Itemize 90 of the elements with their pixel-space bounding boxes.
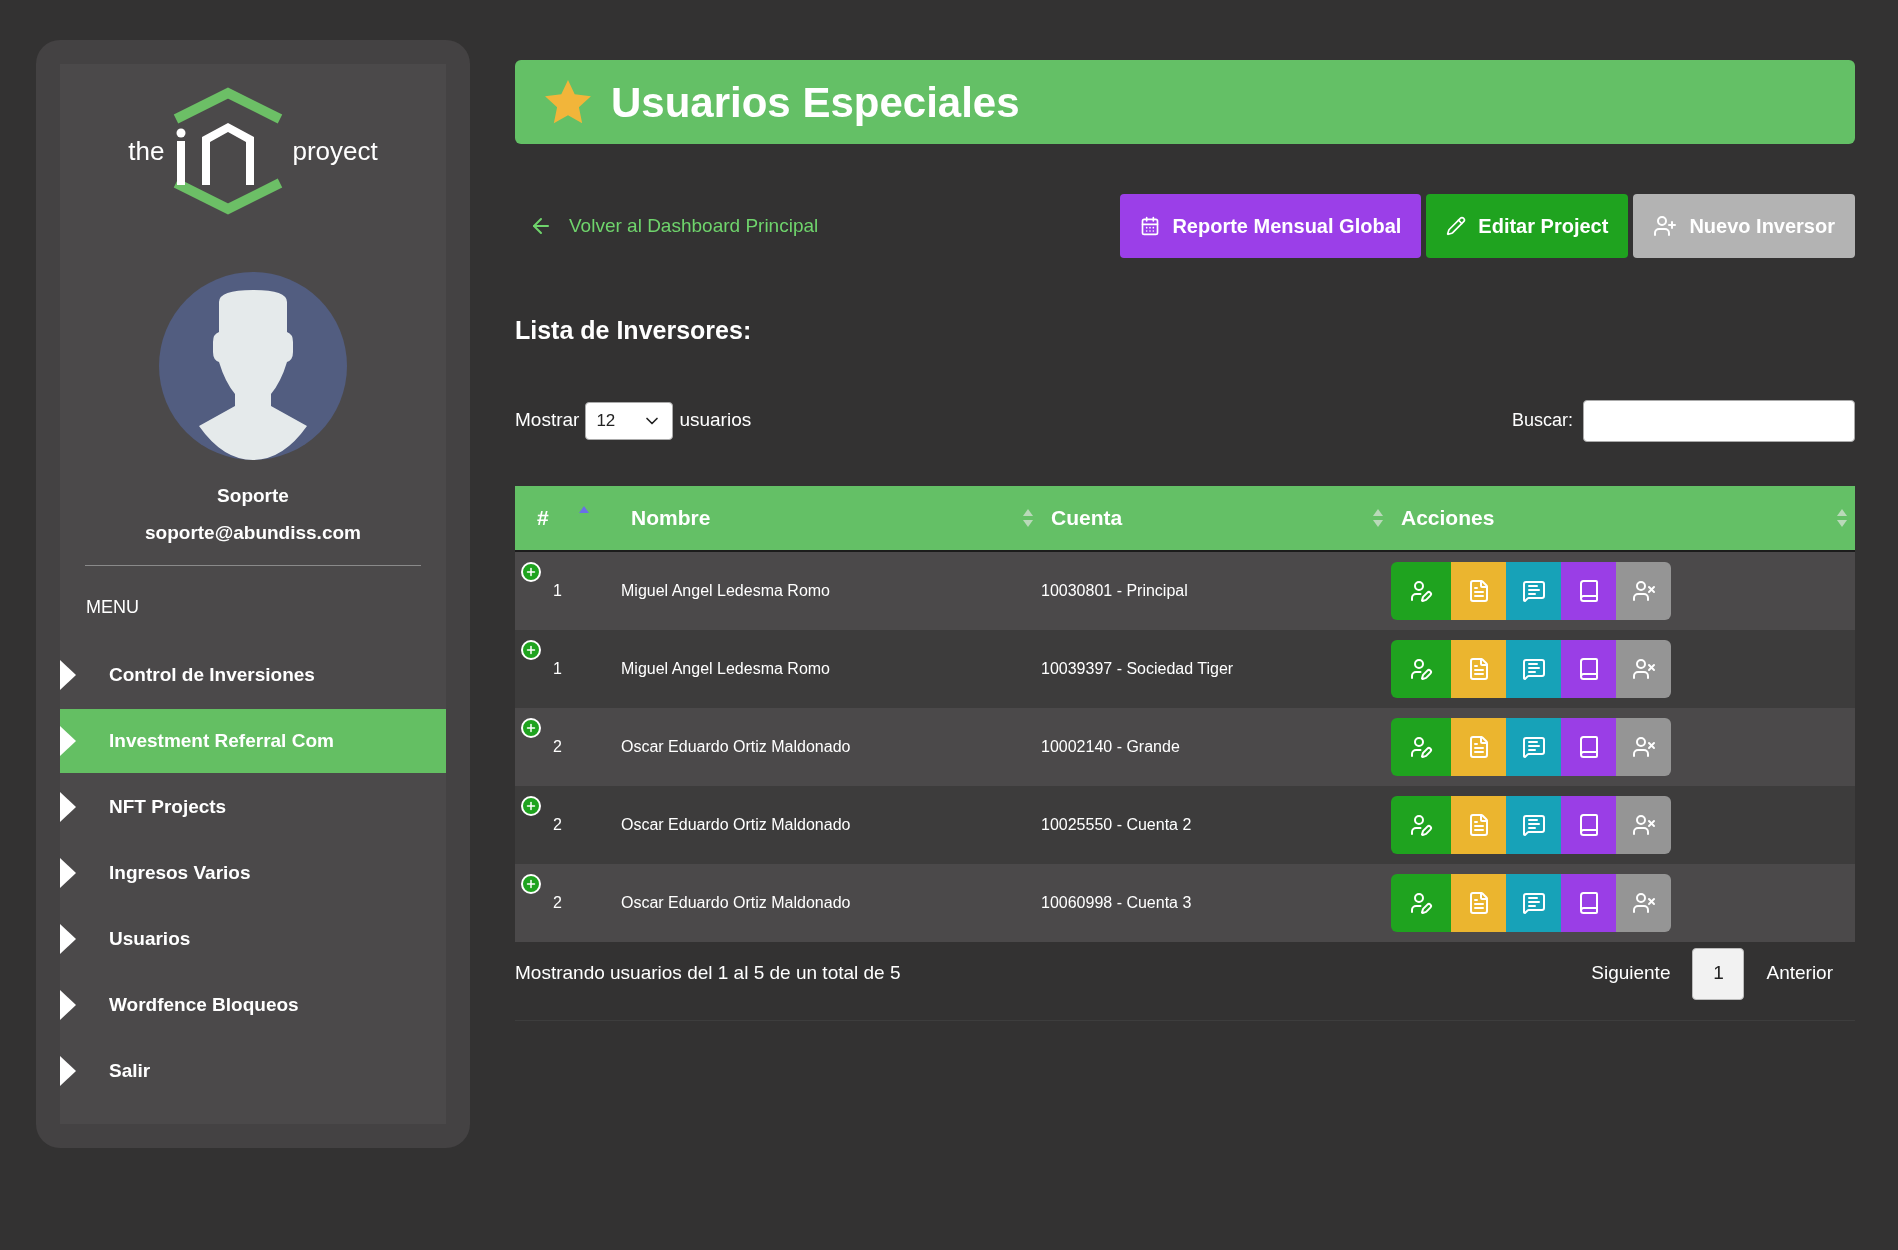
- edit-user-button[interactable]: [1391, 795, 1451, 854]
- table-cell: 10025550 - Cuenta 2: [1041, 815, 1192, 833]
- pencil-icon: [1446, 216, 1467, 236]
- table-cell: 10060998 - Cuenta 3: [1041, 893, 1192, 911]
- page-title: Usuarios Especiales: [611, 77, 1020, 128]
- menu-item[interactable]: Usuarios: [60, 907, 446, 971]
- disable-user-button[interactable]: [1616, 561, 1671, 620]
- table-cell: 1: [553, 659, 562, 677]
- menu-item[interactable]: Wordfence Bloqueos: [60, 973, 446, 1037]
- triangle-icon: [60, 858, 76, 888]
- user-edit-icon: [1409, 656, 1433, 681]
- message-icon: [1521, 890, 1546, 915]
- edit-user-button[interactable]: [1391, 639, 1451, 698]
- menu-item[interactable]: NFT Projects: [60, 775, 446, 839]
- table-summary: Mostrando usuarios del 1 al 5 de un total de 5: [515, 961, 901, 986]
- user-off-icon: [1631, 734, 1656, 759]
- table-cell: Oscar Eduardo Ortiz Maldonado: [621, 893, 851, 911]
- pagination-button[interactable]: Siguiente: [1591, 947, 1671, 1000]
- search-field[interactable]: [1583, 399, 1855, 442]
- table-cell: Oscar Eduardo Ortiz Maldonado: [621, 737, 851, 755]
- length-label: Mostrar: [515, 408, 580, 433]
- table-cell: 2: [553, 737, 562, 755]
- triangle-icon: [60, 726, 76, 756]
- back-link[interactable]: Volver al Dashboard Principal: [529, 211, 819, 241]
- table-cell: Oscar Eduardo Ortiz Maldonado: [621, 815, 851, 833]
- logo-text: the: [128, 134, 165, 168]
- disable-user-button[interactable]: [1616, 717, 1671, 776]
- message-icon: [1521, 578, 1546, 603]
- table-cell: 1: [553, 581, 562, 599]
- user-off-icon: [1631, 578, 1656, 603]
- user-edit-icon: [1409, 578, 1433, 603]
- triangle-icon: [60, 1056, 76, 1086]
- table-cell: 10039397 - Sociedad Tiger: [1041, 659, 1234, 677]
- menu-item[interactable]: Salir: [60, 1039, 446, 1103]
- book-button[interactable]: [1561, 561, 1616, 620]
- message-button[interactable]: [1506, 717, 1561, 776]
- user-email: soporte@abundiss.com: [144, 520, 362, 545]
- user-edit-icon: [1409, 812, 1433, 837]
- pagination-button[interactable]: Anterior: [1766, 947, 1833, 1000]
- message-button[interactable]: [1506, 795, 1561, 854]
- message-button[interactable]: [1506, 873, 1561, 932]
- message-button[interactable]: [1506, 561, 1561, 620]
- logo-text: proyect: [292, 134, 378, 168]
- table-cell: 10030801 - Principal: [1041, 581, 1188, 599]
- disable-user-button[interactable]: [1616, 795, 1671, 854]
- edit-user-button[interactable]: [1391, 873, 1451, 932]
- star-icon: [545, 80, 591, 124]
- user-off-icon: [1631, 656, 1656, 681]
- triangle-icon: [60, 990, 76, 1020]
- book-button[interactable]: [1561, 639, 1616, 698]
- action-button[interactable]: Reporte Mensual Global: [1120, 194, 1422, 258]
- table-cell: Miguel Angel Ledesma Romo: [621, 659, 830, 677]
- message-icon: [1521, 656, 1546, 681]
- list-title: Lista de Inversores:: [515, 315, 753, 346]
- expand-icon[interactable]: [521, 561, 541, 582]
- message-icon: [1521, 734, 1546, 759]
- expand-icon[interactable]: [521, 639, 541, 660]
- user-off-icon: [1631, 812, 1656, 837]
- book-button[interactable]: [1561, 795, 1616, 854]
- message-icon: [1521, 812, 1546, 837]
- menu-heading: MENU: [86, 596, 140, 619]
- user-plus-icon: [1653, 214, 1678, 238]
- length-select[interactable]: 12: [585, 401, 674, 440]
- disable-user-button[interactable]: [1616, 873, 1671, 932]
- edit-user-button[interactable]: [1391, 561, 1451, 620]
- table-cell: 2: [553, 815, 562, 833]
- menu-item[interactable]: Control de Inversiones: [60, 643, 446, 707]
- message-button[interactable]: [1506, 639, 1561, 698]
- table-cell: 2: [553, 893, 562, 911]
- expand-icon[interactable]: [521, 717, 541, 738]
- disable-user-button[interactable]: [1616, 639, 1671, 698]
- expand-icon[interactable]: [521, 795, 541, 816]
- table-cell: 10002140 - Grande: [1041, 737, 1180, 755]
- calendar-icon: [1140, 216, 1161, 236]
- table-cell: Miguel Angel Ledesma Romo: [621, 581, 830, 599]
- pagination-button[interactable]: 1: [1692, 947, 1745, 1000]
- triangle-icon: [60, 660, 76, 690]
- length-label: usuarios: [679, 408, 752, 433]
- menu-item[interactable]: Ingresos Varios: [60, 841, 446, 905]
- user-edit-icon: [1409, 890, 1433, 915]
- triangle-icon: [60, 792, 76, 822]
- triangle-icon: [60, 924, 76, 954]
- book-button[interactable]: [1561, 717, 1616, 776]
- edit-user-button[interactable]: [1391, 717, 1451, 776]
- user-name: Soporte: [216, 484, 290, 508]
- user-edit-icon: [1409, 734, 1433, 759]
- expand-icon[interactable]: [521, 873, 541, 894]
- user-off-icon: [1631, 890, 1656, 915]
- book-button[interactable]: [1561, 873, 1616, 932]
- search-label: Buscar:: [1511, 409, 1573, 432]
